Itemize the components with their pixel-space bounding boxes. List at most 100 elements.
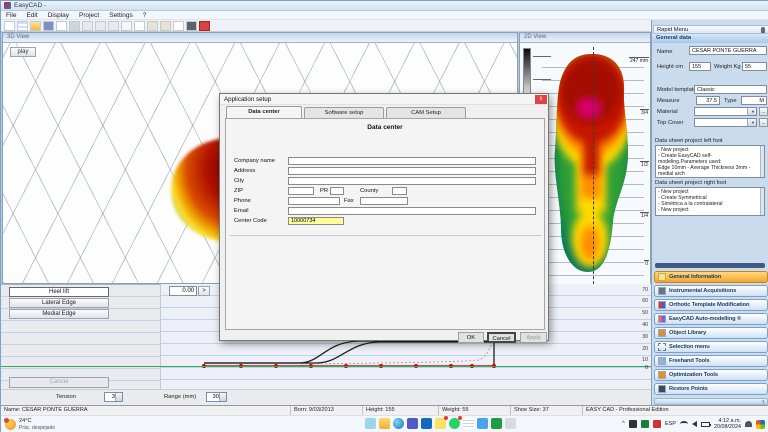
wrench-icon[interactable] <box>147 21 158 31</box>
tension-spinner[interactable]: 3 <box>104 392 123 402</box>
medial-edge-button[interactable]: Medial Edge <box>9 309 109 319</box>
sidebar-menu-item[interactable]: Selection menu <box>654 341 768 353</box>
collapsed-panel-strip[interactable] <box>655 263 765 268</box>
rapid-menu-header[interactable]: Rapid Menu <box>653 25 768 34</box>
top-cover-browse-button[interactable]: ... <box>759 118 768 127</box>
magnet-icon[interactable] <box>121 21 132 31</box>
copy-icon[interactable] <box>82 21 93 31</box>
stop-icon[interactable] <box>199 21 210 31</box>
explorer-icon[interactable] <box>379 418 390 429</box>
weather-icon[interactable] <box>5 419 16 430</box>
height-field[interactable]: 155 <box>689 62 711 71</box>
wifi-icon[interactable] <box>680 421 688 427</box>
new-icon[interactable] <box>4 21 15 31</box>
close-icon[interactable]: x <box>535 95 547 104</box>
datasheet-left-box[interactable]: - New project- Create EasyCAD self-model… <box>655 145 765 178</box>
menu-item[interactable]: ? <box>143 12 147 19</box>
tab-software-setup[interactable]: Software setup <box>304 107 384 118</box>
open-icon[interactable] <box>30 21 41 31</box>
model-template-field[interactable]: Classic <box>694 85 767 94</box>
sidebar-menu-item[interactable]: Optimization Tools <box>654 369 768 381</box>
phone-input[interactable] <box>288 197 340 205</box>
heel-lift-button[interactable]: Heel lift <box>9 287 109 297</box>
paint-icon[interactable] <box>365 418 376 429</box>
sidebar-menu-item[interactable]: General Information <box>654 271 768 283</box>
address-input[interactable] <box>288 167 536 175</box>
lateral-edge-button[interactable]: Lateral Edge <box>9 298 109 308</box>
fax-input[interactable] <box>360 197 408 205</box>
tab-cam-setup[interactable]: CAM Setup <box>386 107 466 118</box>
camera-icon[interactable] <box>186 21 197 31</box>
f5-icon[interactable] <box>491 418 502 429</box>
weather-temp[interactable]: 24°C <box>19 418 32 424</box>
sidebar-menu-item[interactable]: Freehand Tools <box>654 355 768 367</box>
top-cover-select[interactable] <box>694 118 757 127</box>
datasheet-right-scrollbar[interactable] <box>760 188 764 215</box>
cancel-button[interactable]: Cancel <box>487 332 516 343</box>
offset-input[interactable]: 0.00 <box>169 286 197 296</box>
sidebar-menu-item[interactable]: EasyCAD Auto-modelling ® <box>654 313 768 325</box>
store-icon[interactable] <box>421 418 432 429</box>
apply-button[interactable]: Apply <box>520 332 547 343</box>
tray-app-icon-1[interactable] <box>629 420 637 428</box>
pr-input[interactable] <box>330 187 344 195</box>
stickynotes-icon[interactable] <box>435 418 446 429</box>
battery-icon[interactable] <box>701 422 710 427</box>
tab-data-center[interactable]: Data center <box>226 106 302 118</box>
pen-icon[interactable] <box>134 21 145 31</box>
tray-app-icon-3[interactable] <box>653 420 661 428</box>
sidebar-menu-item[interactable]: Instrumental Acquisitions <box>654 285 768 297</box>
weather-desc[interactable]: Prác. despejado <box>19 425 55 431</box>
cancel-edit-button[interactable]: Cancel <box>9 377 109 388</box>
calibration-icon[interactable] <box>173 21 184 31</box>
company-name-input[interactable] <box>288 157 536 165</box>
easycad-icon[interactable] <box>505 418 516 429</box>
photos-icon[interactable] <box>477 418 488 429</box>
notepad-icon[interactable] <box>463 418 474 429</box>
offset-apply-button[interactable]: > <box>198 286 210 296</box>
clock[interactable]: 4:12 a.m. 20/08/2024 <box>714 418 741 430</box>
range-spinner[interactable]: 30 <box>206 392 227 402</box>
cut-icon[interactable] <box>95 21 106 31</box>
measure-field[interactable]: 37.5 <box>696 96 720 105</box>
play-button[interactable]: play <box>10 47 36 57</box>
print-icon[interactable] <box>69 21 80 31</box>
sidebar-menu-item[interactable]: Orthotic Template Modification <box>654 299 768 311</box>
datasheet-right-box[interactable]: - New project- Create Symmetrical- Simét… <box>655 187 765 216</box>
menu-item[interactable]: Edit <box>26 12 37 19</box>
ok-button[interactable]: OK <box>458 332 484 343</box>
edge-icon[interactable] <box>393 418 404 429</box>
menu-item[interactable]: File <box>6 12 16 19</box>
teams-icon[interactable] <box>407 418 418 429</box>
notifications-bell-icon[interactable] <box>745 421 752 427</box>
paste-icon[interactable] <box>108 21 119 31</box>
save-icon[interactable] <box>43 21 54 31</box>
material-select[interactable] <box>694 107 757 116</box>
email-input[interactable] <box>288 207 536 215</box>
menu-item[interactable]: Project <box>79 12 99 19</box>
sidebar-menu-item[interactable]: Object Library <box>654 327 768 339</box>
preview-icon[interactable] <box>56 21 67 31</box>
center-code-input[interactable]: 10000734 <box>288 217 344 225</box>
language-indicator[interactable]: ESP <box>665 421 676 427</box>
name-field[interactable]: CESAR PONTE GUERRA <box>689 46 767 55</box>
volume-icon[interactable] <box>692 421 697 427</box>
menu-scroll-strip[interactable]: ⇕ <box>654 398 768 405</box>
material-browse-button[interactable]: ... <box>759 107 768 116</box>
grid-icon[interactable] <box>17 21 28 31</box>
zip-input[interactable] <box>288 187 314 195</box>
weight-field[interactable]: 55 <box>742 62 767 71</box>
menu-item[interactable]: Display <box>48 12 69 19</box>
widgets-icon[interactable] <box>756 420 765 429</box>
county-input[interactable] <box>392 187 407 195</box>
tray-chevron-icon[interactable]: ^ <box>622 421 625 427</box>
type-field[interactable]: M <box>741 96 767 105</box>
datasheet-left-scrollbar[interactable] <box>760 146 764 177</box>
whatsapp-icon[interactable] <box>449 418 460 429</box>
sidebar-menu-item[interactable]: Restore Points <box>654 383 768 395</box>
hammer-icon[interactable] <box>160 21 171 31</box>
pin-icon[interactable] <box>761 27 765 33</box>
tray-app-icon-2[interactable] <box>641 420 649 428</box>
city-input[interactable] <box>288 177 536 185</box>
menu-item[interactable]: Settings <box>109 12 133 19</box>
